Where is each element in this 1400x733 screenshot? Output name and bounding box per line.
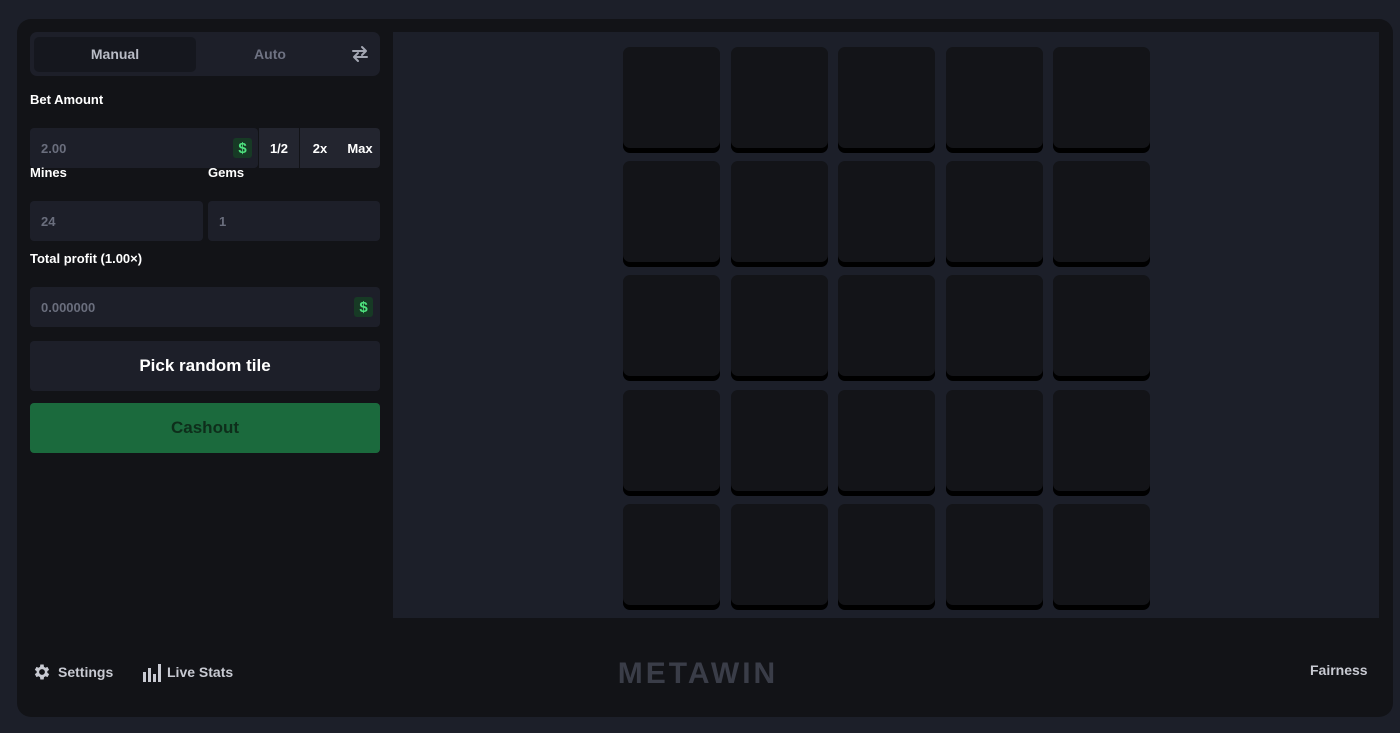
fairness-label: Fairness <box>1310 662 1368 678</box>
total-profit-field: 0.000000 <box>30 287 380 327</box>
mine-tile[interactable] <box>838 389 935 491</box>
mines-placeholder: 24 <box>41 213 56 229</box>
mine-tile[interactable] <box>945 275 1043 377</box>
mine-tile[interactable] <box>1053 389 1150 491</box>
gems-input[interactable]: 1 <box>208 201 380 241</box>
gear-icon <box>32 662 52 682</box>
tab-auto[interactable]: Auto <box>196 37 344 72</box>
game-window: Manual Auto Bet Amount 2.00 $ 1/2 2x Max… <box>17 19 1393 717</box>
half-bet-button[interactable]: 1/2 <box>259 128 299 168</box>
settings-label: Settings <box>58 664 114 680</box>
mine-tile[interactable] <box>730 503 828 605</box>
metawin-logo: METAWIN <box>617 657 779 690</box>
mode-tabs: Manual Auto <box>30 32 380 76</box>
mines-input[interactable]: 24 <box>30 201 203 241</box>
mine-tile[interactable] <box>838 275 935 377</box>
bet-amount-label: Bet Amount <box>30 92 104 107</box>
settings-button[interactable]: Settings <box>32 662 113 682</box>
mine-tile[interactable] <box>838 47 935 148</box>
dollar-icon: $ <box>354 297 373 317</box>
pick-random-tile-button[interactable]: Pick random tile <box>30 341 380 391</box>
mine-tile[interactable] <box>623 389 720 491</box>
mines-board <box>393 32 1379 618</box>
double-bet-button[interactable]: 2x <box>300 128 340 168</box>
mine-tile[interactable] <box>623 161 720 263</box>
max-bet-button[interactable]: Max <box>340 128 380 168</box>
mine-tile[interactable] <box>838 161 935 263</box>
mine-tile[interactable] <box>1053 503 1150 605</box>
total-profit-label: Total profit (1.00×) <box>30 251 143 266</box>
dollar-icon: $ <box>233 138 252 158</box>
swap-arrows-icon[interactable] <box>348 42 372 66</box>
bet-amount-input[interactable]: 2.00 <box>30 128 258 168</box>
mine-tile[interactable] <box>838 503 935 605</box>
gems-label: Gems <box>208 165 245 180</box>
mine-tile[interactable] <box>730 275 828 377</box>
mine-tile[interactable] <box>945 503 1043 605</box>
cashout-button[interactable]: Cashout <box>30 403 380 453</box>
bar-chart-icon <box>143 662 161 682</box>
mine-tile[interactable] <box>1053 47 1150 148</box>
mine-tile[interactable] <box>730 47 828 148</box>
mine-tile[interactable] <box>1053 275 1150 377</box>
mine-tile[interactable] <box>623 47 720 148</box>
bet-amount-placeholder: 2.00 <box>41 140 67 156</box>
mine-tile[interactable] <box>1053 161 1150 263</box>
mine-tile[interactable] <box>623 275 720 377</box>
mines-label: Mines <box>30 165 67 180</box>
mine-tile[interactable] <box>945 47 1043 148</box>
bet-sidebar: Manual Auto Bet Amount 2.00 $ 1/2 2x Max… <box>30 32 380 453</box>
mine-tile[interactable] <box>945 161 1043 263</box>
mine-tile[interactable] <box>730 161 828 263</box>
tab-manual[interactable]: Manual <box>34 36 196 72</box>
fairness-button[interactable]: Fairness <box>1310 662 1368 678</box>
gems-placeholder: 1 <box>219 213 227 229</box>
mine-tile[interactable] <box>623 503 720 605</box>
mine-tile[interactable] <box>945 389 1043 491</box>
live-stats-label: Live Stats <box>167 664 234 680</box>
total-profit-value: 0.000000 <box>41 299 96 315</box>
mine-tile[interactable] <box>730 389 828 491</box>
live-stats-button[interactable]: Live Stats <box>143 662 233 682</box>
